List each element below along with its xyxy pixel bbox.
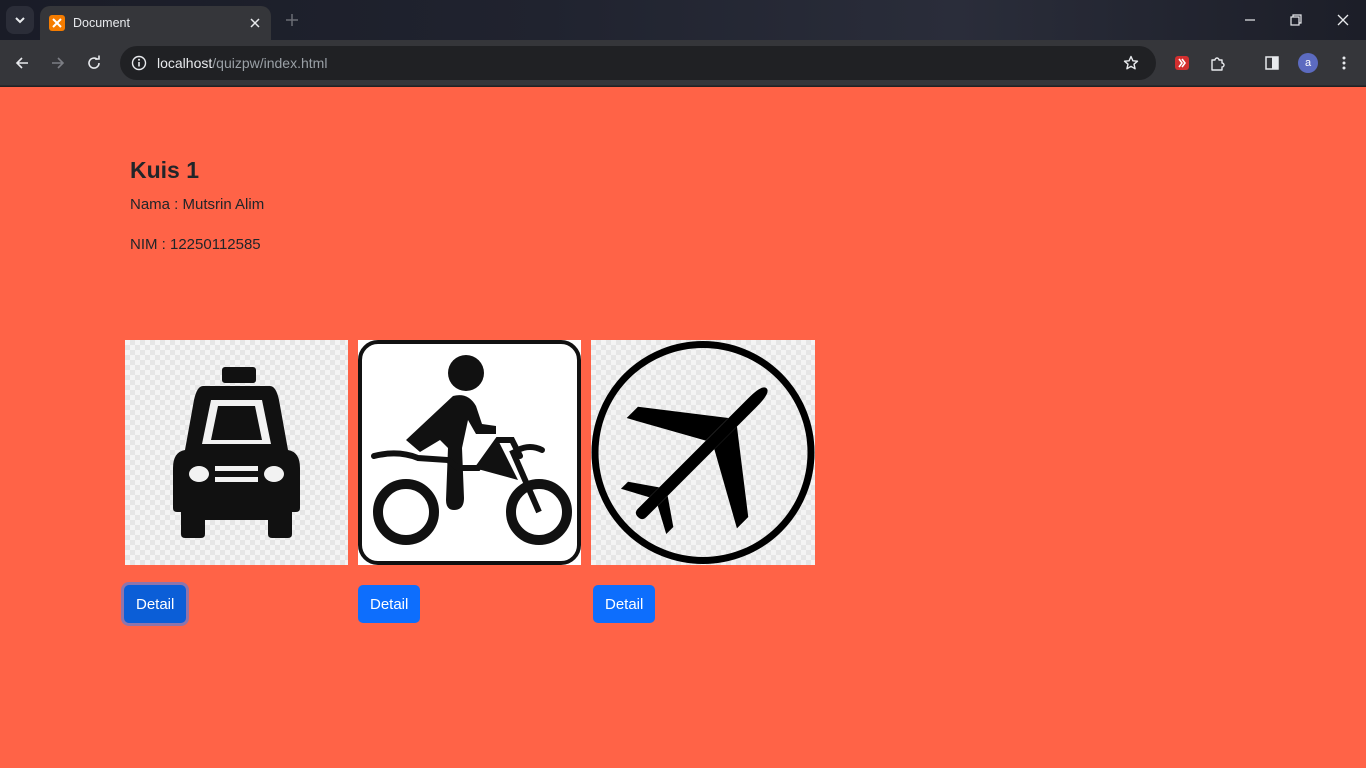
- student-nim: NIM : 12250112585: [130, 236, 261, 253]
- url-host: localhost: [157, 55, 213, 71]
- extension-red-icon[interactable]: [1168, 49, 1196, 77]
- motorcycle-image: [358, 340, 581, 565]
- airplane-image: [591, 340, 815, 565]
- site-info-icon[interactable]: [128, 52, 150, 74]
- tab-title: Document: [73, 16, 130, 30]
- chevron-down-icon: [15, 17, 25, 24]
- url-path: /quizpw/index.html: [212, 55, 328, 71]
- detail-button-motorcycle[interactable]: Detail: [358, 585, 421, 623]
- new-tab-icon[interactable]: [280, 8, 304, 32]
- student-name: Nama : Mutsrin Alim: [130, 196, 265, 213]
- profile-avatar[interactable]: a: [1298, 53, 1318, 73]
- url-text: localhost/quizpw/index.html: [157, 55, 327, 71]
- browser-tab[interactable]: Document: [40, 6, 271, 40]
- close-window-icon[interactable]: [1331, 8, 1355, 32]
- xampp-favicon-icon: [49, 15, 65, 31]
- page-body: Kuis 1 Nama : Mutsrin Alim NIM : 1225011…: [0, 87, 1366, 768]
- minimize-icon[interactable]: [1238, 8, 1262, 32]
- browser-toolbar: localhost/quizpw/index.html: [0, 40, 1366, 86]
- forward-icon[interactable]: [44, 49, 72, 77]
- detail-button-taxi[interactable]: Detail: [124, 585, 187, 623]
- tab-close-icon[interactable]: [245, 13, 265, 33]
- motorcycle-icon: [358, 340, 581, 565]
- taxi-icon: [173, 367, 300, 538]
- back-icon[interactable]: [8, 49, 36, 77]
- side-panel-icon[interactable]: [1258, 49, 1286, 77]
- restore-icon[interactable]: [1284, 8, 1308, 32]
- tab-search-button[interactable]: [6, 6, 34, 34]
- address-bar[interactable]: localhost/quizpw/index.html: [120, 46, 1156, 80]
- browser-titlebar: Document: [0, 0, 1366, 40]
- detail-button-airplane[interactable]: Detail: [593, 585, 656, 623]
- airplane-icon: [591, 341, 815, 564]
- taxi-image: [125, 340, 348, 565]
- page-title: Kuis 1: [130, 157, 200, 183]
- extensions-puzzle-icon[interactable]: [1204, 49, 1232, 77]
- reload-icon[interactable]: [80, 49, 108, 77]
- menu-kebab-icon[interactable]: [1330, 49, 1358, 77]
- bookmark-star-icon[interactable]: [1120, 52, 1142, 74]
